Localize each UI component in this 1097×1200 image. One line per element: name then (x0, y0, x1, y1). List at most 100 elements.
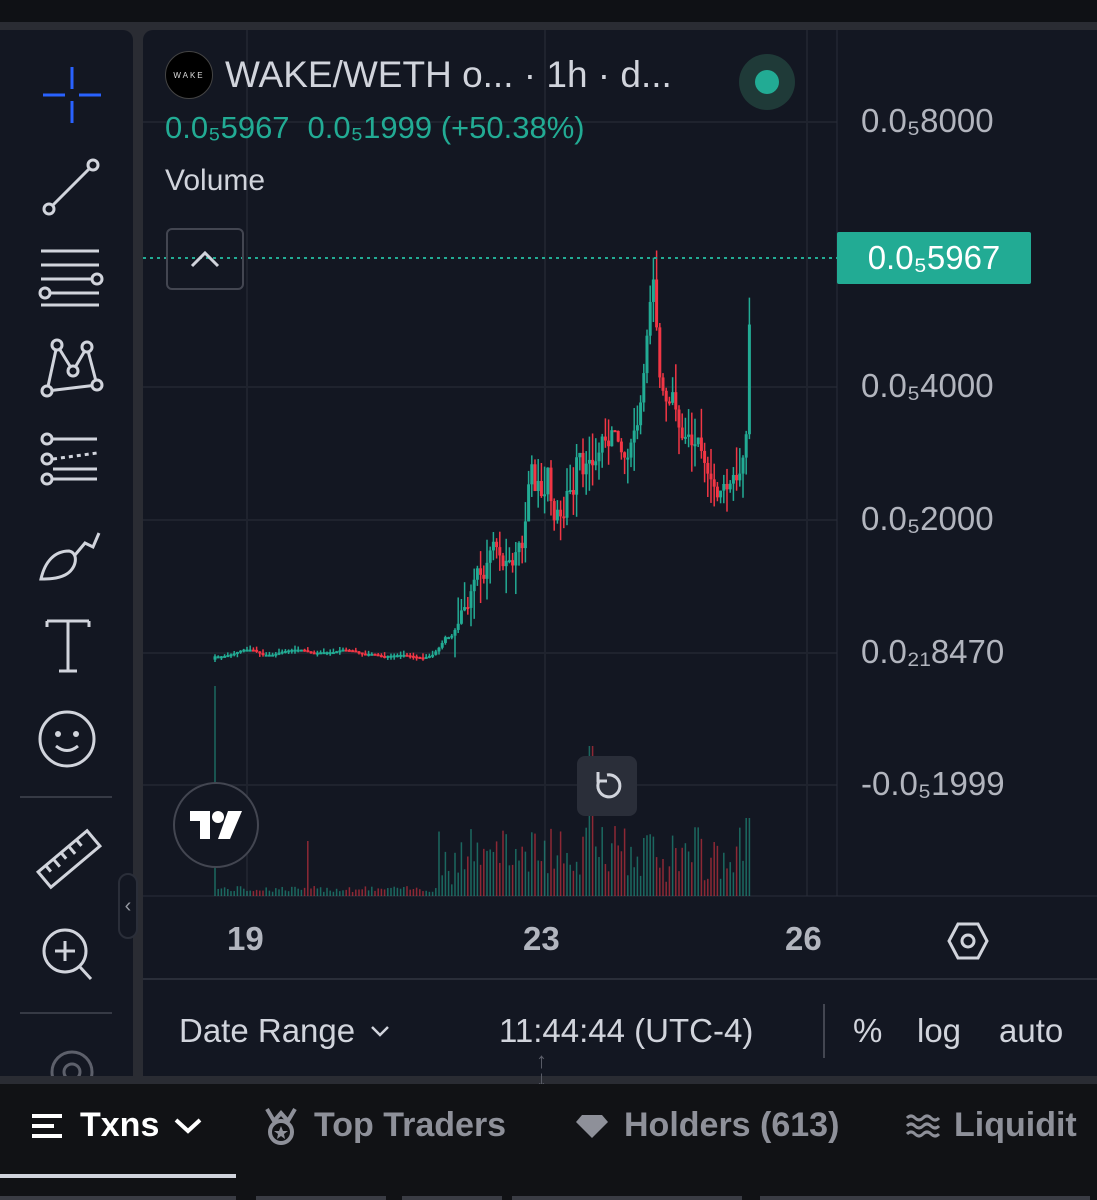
candle-body (530, 464, 534, 485)
brush-tool[interactable] (30, 516, 104, 590)
chevron-down-icon (175, 1118, 202, 1134)
candle-body (728, 483, 732, 490)
timezone-clock[interactable]: 11:44:44 (UTC-4) (499, 1012, 753, 1050)
candle-body (610, 430, 614, 447)
price-axis-label: 0.0₅4000 (861, 367, 994, 404)
candle-body (363, 653, 367, 656)
legend-collapse-button[interactable] (166, 228, 244, 290)
magnet-icon (50, 1050, 94, 1076)
chart-settings-button[interactable] (946, 919, 990, 968)
candle-body (251, 649, 255, 652)
candle-body (411, 655, 415, 658)
candle-body (571, 489, 575, 495)
candle-body (472, 579, 476, 592)
candle-body (315, 652, 319, 655)
candle-body (392, 655, 396, 658)
tradingview-logo[interactable] (173, 782, 259, 868)
candle-body (629, 442, 633, 458)
candle-body (725, 483, 729, 490)
candle-body (405, 654, 409, 657)
reset-chart-button[interactable] (577, 756, 637, 816)
candle-body (546, 467, 550, 495)
candle-body (635, 425, 639, 431)
time-axis-label: 23 (523, 920, 560, 957)
interval-label: · 1h · d... (513, 54, 672, 95)
candle-body (338, 650, 342, 653)
candle-body (485, 562, 489, 579)
volume-indicator-label[interactable]: Volume (165, 164, 672, 198)
candle-body (584, 463, 588, 475)
time-axis-label: 19 (227, 920, 264, 957)
candle-body (226, 655, 230, 658)
trend-line-tool[interactable] (30, 150, 104, 224)
zoom-in-icon (42, 928, 93, 981)
candle-body (661, 377, 665, 391)
candle-body (229, 654, 233, 657)
status-dot-icon (755, 70, 779, 94)
candle-body (223, 655, 227, 658)
tab-txns[interactable]: Txns (32, 1106, 203, 1145)
candle-body (667, 401, 671, 404)
last-price-badge: 0.0₅5967 (837, 232, 1031, 284)
candle-body (383, 655, 387, 658)
tab-liquidity-label: Liquidit (954, 1106, 1077, 1144)
ruler-tool[interactable] (30, 820, 104, 894)
candle-body (495, 541, 499, 548)
candle-body (539, 480, 543, 497)
candle-body (274, 653, 278, 656)
candle-body (415, 656, 419, 659)
candle-body (623, 452, 627, 458)
time-axis-label: 26 (785, 920, 822, 957)
candle-body (543, 494, 547, 497)
symbol-title[interactable]: WAKE/WETH o... · 1h · d... (225, 54, 672, 96)
magnet-tool[interactable] (30, 1040, 104, 1076)
date-range-label: Date Range (179, 1012, 356, 1049)
emoji-tool[interactable] (30, 698, 104, 772)
toolbar-collapse-handle[interactable]: ‹ (118, 873, 138, 939)
candle-body (453, 629, 457, 636)
candle-body (597, 452, 601, 462)
chart-panel[interactable]: WAKE WAKE/WETH o... · 1h · d... 0.0₅5967… (143, 30, 1097, 1076)
auto-scale-toggle[interactable]: auto (999, 1012, 1063, 1050)
chart-legend: WAKE WAKE/WETH o... · 1h · d... 0.0₅5967… (165, 50, 672, 198)
candle-body (664, 390, 668, 402)
candle-body (431, 654, 435, 657)
candle-body (517, 542, 521, 553)
candle-body (379, 655, 383, 658)
log-scale-toggle[interactable]: log (917, 1012, 961, 1050)
horizontal-lines-tool[interactable] (30, 240, 104, 314)
resize-handle-icon[interactable]: ↑ ↓ (536, 1050, 547, 1090)
candle-body (399, 654, 403, 657)
market-status-indicator[interactable] (739, 54, 795, 110)
candle-body (501, 555, 505, 567)
date-range-dropdown[interactable]: Date Range (179, 1012, 391, 1050)
diamond-icon (576, 1114, 608, 1138)
tab-stub (512, 1196, 742, 1200)
bottom-tabs: Txns Top Traders Holders (613) Liquidit (0, 1084, 1097, 1200)
text-tool[interactable] (30, 608, 104, 682)
reset-icon (596, 772, 622, 799)
candle-body (347, 649, 351, 652)
candle-body (568, 489, 572, 492)
tab-holders[interactable]: Holders (613) (576, 1106, 839, 1145)
forecast-tool[interactable] (30, 424, 104, 498)
candle-body (575, 457, 579, 495)
candle-body (645, 335, 649, 374)
drawing-toolbar (0, 30, 133, 1076)
legend-close-value: 0.0₅5967 (165, 110, 290, 145)
tab-top-traders[interactable]: Top Traders (264, 1106, 506, 1145)
pair-title: WAKE/WETH o... (225, 54, 514, 95)
tab-liquidity[interactable]: Liquidit (906, 1106, 1077, 1145)
list-icon (32, 1113, 62, 1138)
candle-body (475, 568, 479, 580)
tab-stub (256, 1196, 386, 1200)
pattern-tool[interactable] (30, 330, 104, 404)
zoom-in-tool[interactable] (30, 914, 104, 988)
crosshair-tool[interactable] (30, 58, 104, 132)
candle-body (607, 440, 611, 447)
toolbar-divider (20, 796, 112, 798)
candle-body (507, 560, 511, 563)
candle-body (395, 655, 399, 658)
candle-body (533, 464, 537, 491)
percent-scale-toggle[interactable]: % (853, 1012, 882, 1050)
